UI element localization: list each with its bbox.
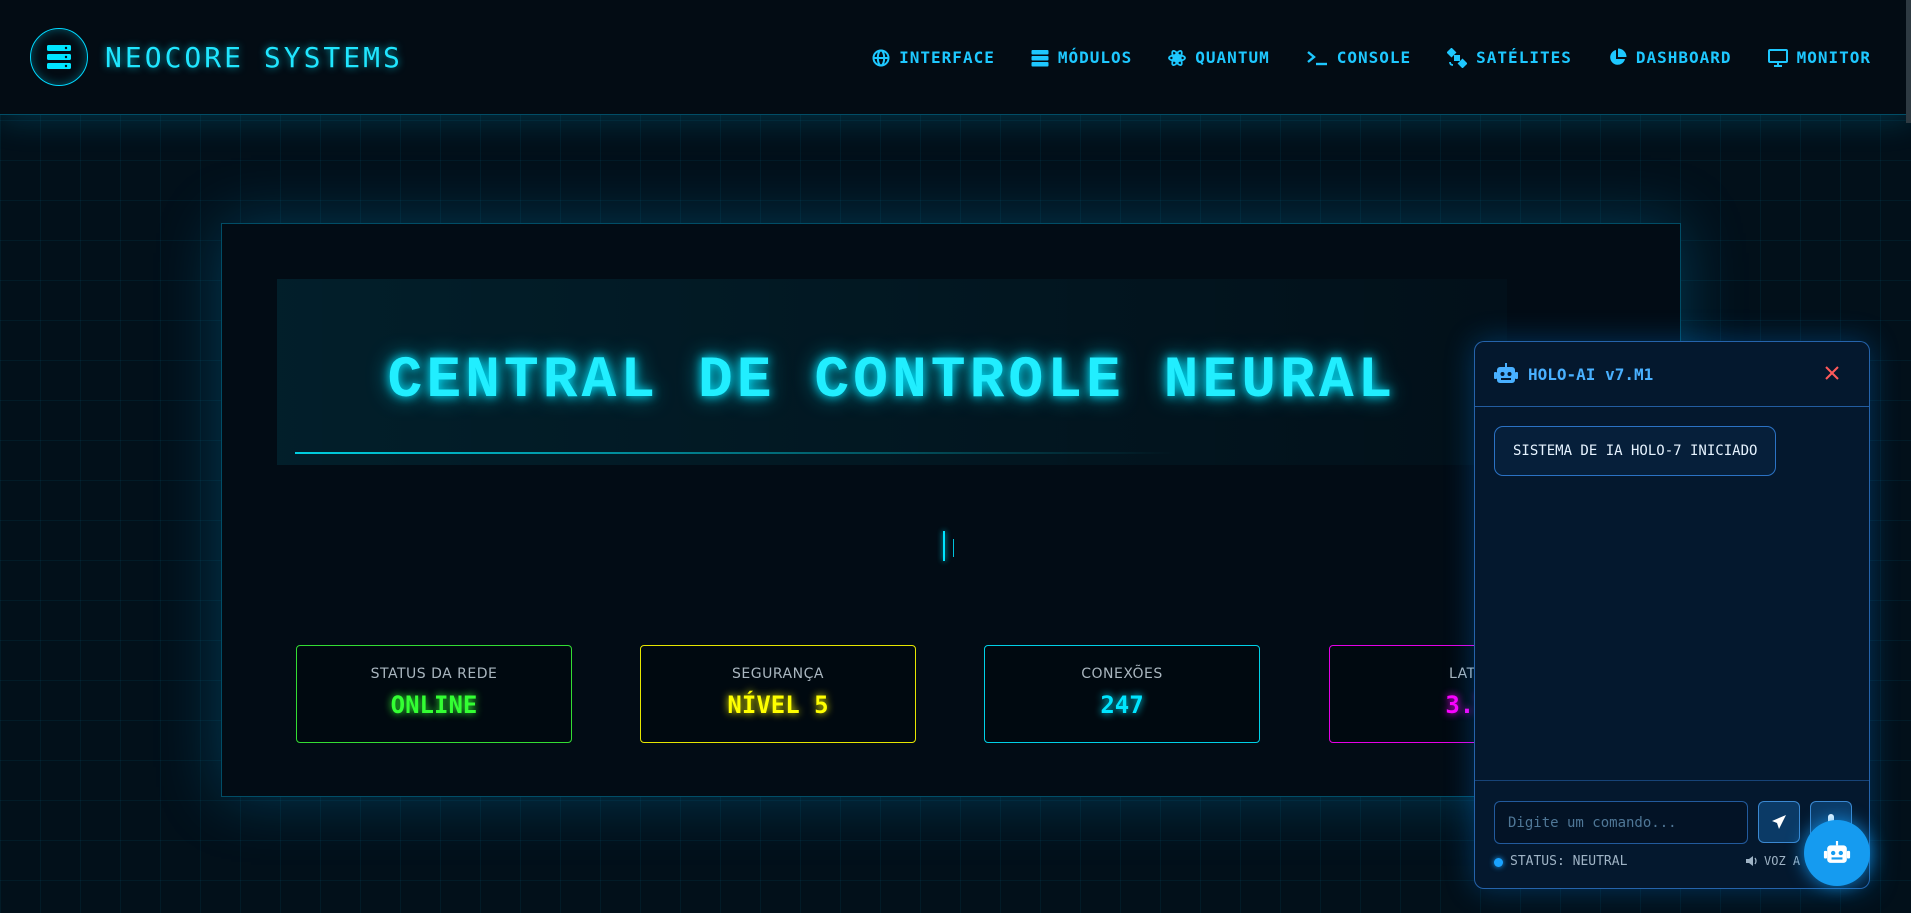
nav-item-label: MONITOR [1796,48,1871,67]
main-panel: CENTRAL DE CONTROLE NEURAL STATUS DA RED… [221,223,1681,797]
nav-item-dashboard[interactable]: DASHBOARD [1608,48,1732,67]
server-stack-icon [47,45,71,69]
logo[interactable] [30,28,88,86]
stat-value: 247 [1100,691,1144,719]
title-underline [295,452,1175,454]
paper-plane-icon [1772,815,1786,829]
status-text: STATUS: NEUTRAL [1510,854,1628,869]
chat-header: HOLO-AI v7.M1 [1475,342,1869,407]
stat-card-network: STATUS DA REDE ONLINE [296,645,572,743]
command-input[interactable] [1494,801,1748,844]
nav-item-console[interactable]: CONSOLE [1306,48,1411,67]
title-box: CENTRAL DE CONTROLE NEURAL [277,279,1507,465]
chat-window: HOLO-AI v7.M1 SISTEMA DE IA HOLO-7 INICI… [1474,341,1870,889]
nav-item-modulos[interactable]: MÓDULOS [1031,48,1132,67]
close-icon[interactable] [1821,362,1843,384]
nav-item-satelites[interactable]: SATÉLITES [1447,47,1572,68]
globe-icon [872,49,890,66]
robot-icon [1823,841,1851,863]
typing-cursor-secondary [953,539,954,557]
monitor-icon [1767,48,1788,67]
stat-label: STATUS DA REDE [370,666,498,682]
terminal-icon [1306,50,1327,65]
top-nav: NEOCORE SYSTEMS INTERFACE MÓDULOS QUANTU… [0,0,1911,115]
speaker-icon [1746,856,1757,866]
nav-item-interface[interactable]: INTERFACE [872,48,995,67]
atom-icon [1168,49,1187,66]
brand-name: NEOCORE SYSTEMS [105,40,403,74]
nav-item-label: CONSOLE [1336,48,1412,67]
chat-title: HOLO-AI v7.M1 [1528,364,1654,384]
send-button[interactable] [1758,801,1800,843]
status-indicator [1494,858,1503,867]
stat-card-connections: CONEXÕES 247 [984,645,1260,743]
nav-item-monitor[interactable]: MONITOR [1767,48,1871,67]
nav-item-label: DASHBOARD [1635,48,1732,67]
stat-value: NÍVEL 5 [727,691,829,719]
server-icon [1031,49,1049,66]
nav-item-label: QUANTUM [1195,48,1270,67]
page-title: CENTRAL DE CONTROLE NEURAL [387,349,1397,414]
stat-label: SEGURANÇA [732,666,824,682]
scrollbar[interactable] [1906,0,1911,123]
stat-label: CONEXÕES [1081,666,1163,682]
main-menu: INTERFACE MÓDULOS QUANTUM CONSOLE SATÉLI… [872,0,1871,115]
satellite-icon [1447,47,1468,68]
nav-item-quantum[interactable]: QUANTUM [1168,48,1269,67]
pie-chart-icon [1610,48,1627,65]
ai-assistant-button[interactable] [1804,820,1870,886]
nav-item-label: MÓDULOS [1057,48,1133,67]
robot-icon [1494,363,1518,383]
voice-toggle[interactable]: VOZ A [1745,854,1800,868]
nav-item-label: INTERFACE [899,48,995,67]
typing-cursor [943,531,945,561]
nav-item-label: SATÉLITES [1476,48,1572,67]
stat-value: ONLINE [390,691,478,719]
voice-label: VOZ A [1764,854,1801,868]
chat-message: SISTEMA DE IA HOLO-7 INICIADO [1494,426,1777,476]
stat-card-security: SEGURANÇA NÍVEL 5 [640,645,916,743]
